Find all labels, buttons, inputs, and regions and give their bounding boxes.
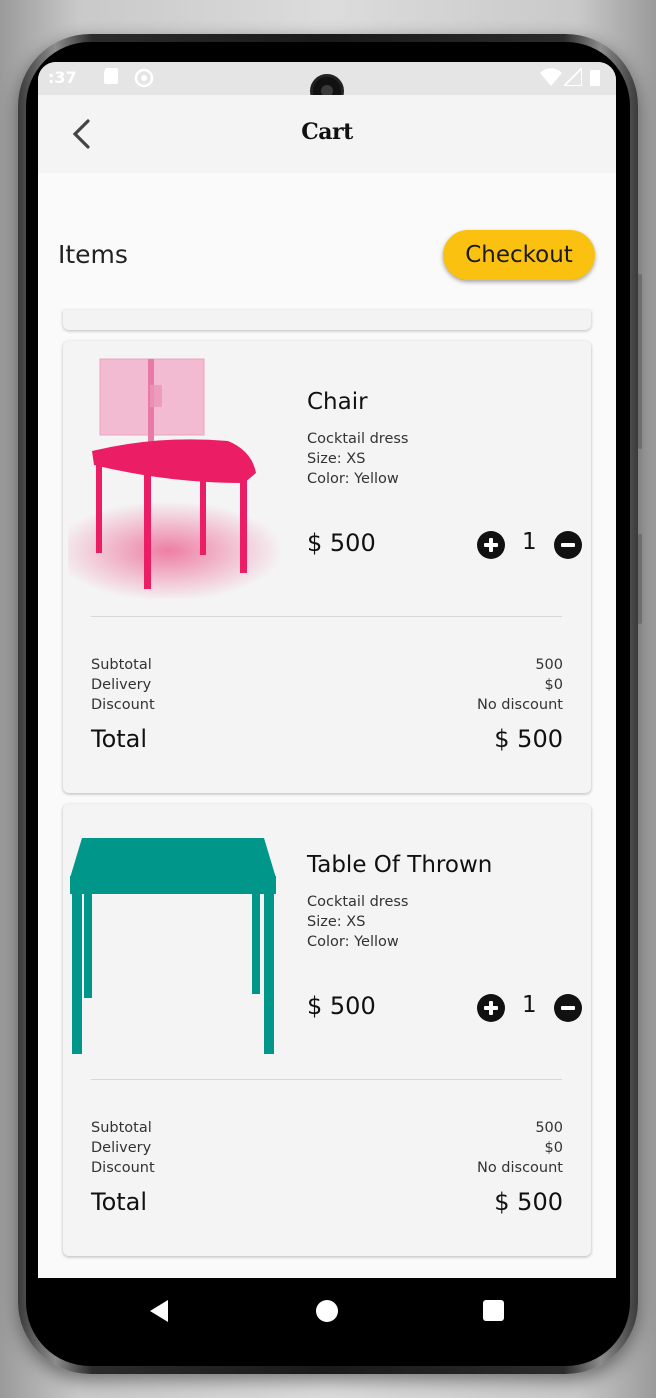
quantity-value: 1 <box>522 529 537 555</box>
increase-quantity-button[interactable] <box>477 994 505 1022</box>
sd-card-icon <box>104 68 118 84</box>
divider <box>91 616 562 617</box>
nav-recents-icon[interactable] <box>483 1300 504 1321</box>
discount-value: No discount <box>476 697 563 713</box>
nav-back-icon[interactable] <box>150 1300 168 1322</box>
status-time: :37 <box>48 68 77 87</box>
volume-button <box>638 274 642 449</box>
product-size: Size: XS <box>307 451 366 467</box>
increase-quantity-button[interactable] <box>477 531 505 559</box>
nav-home-icon[interactable] <box>316 1300 338 1322</box>
product-size: Size: XS <box>307 914 366 930</box>
delivery-label: Delivery <box>91 677 152 693</box>
subtotal-value: 500 <box>535 657 563 673</box>
subtotal-label: Subtotal <box>91 1120 152 1136</box>
sync-icon <box>134 68 154 88</box>
app-bar: Cart <box>38 95 616 173</box>
page-title: Cart <box>301 119 353 145</box>
checkout-button[interactable]: Checkout <box>443 230 595 280</box>
product-price: $ 500 <box>307 529 376 557</box>
product-color: Color: Yellow <box>307 934 399 950</box>
product-price: $ 500 <box>307 992 376 1020</box>
discount-label: Discount <box>91 697 155 713</box>
total-label: Total <box>91 725 148 753</box>
product-description: Cocktail dress <box>307 894 409 910</box>
subtotal-label: Subtotal <box>91 657 152 673</box>
product-name: Chair <box>307 389 368 415</box>
signal-icon <box>564 68 582 86</box>
divider <box>91 1079 562 1080</box>
delivery-label: Delivery <box>91 1140 152 1156</box>
total-value: $ 500 <box>494 1188 563 1216</box>
discount-label: Discount <box>91 1160 155 1176</box>
subtotal-value: 500 <box>535 1120 563 1136</box>
product-color: Color: Yellow <box>307 471 399 487</box>
total-value: $ 500 <box>494 725 563 753</box>
decrease-quantity-button[interactable] <box>554 994 582 1022</box>
product-name: Table Of Thrown <box>307 852 493 878</box>
power-button <box>638 534 642 624</box>
cart-item-card: Table Of Thrown Cocktail dress Size: XS … <box>63 804 591 1256</box>
product-description: Cocktail dress <box>307 431 409 447</box>
decrease-quantity-button[interactable] <box>554 531 582 559</box>
delivery-value: $0 <box>544 1140 563 1156</box>
chair-image <box>68 358 280 599</box>
total-label: Total <box>91 1188 148 1216</box>
wifi-icon <box>540 68 562 86</box>
quantity-value: 1 <box>522 992 537 1018</box>
app-screen: :37 Cart Items Checkout Chair Cocktail d… <box>38 62 616 1340</box>
discount-value: No discount <box>476 1160 563 1176</box>
table-image <box>70 838 276 1054</box>
delivery-value: $0 <box>544 677 563 693</box>
system-nav-bar <box>38 1278 616 1340</box>
cart-card-partial <box>63 310 591 330</box>
items-heading: Items <box>58 240 128 269</box>
battery-icon <box>590 70 600 86</box>
cart-item-card: Chair Cocktail dress Size: XS Color: Yel… <box>63 341 591 793</box>
